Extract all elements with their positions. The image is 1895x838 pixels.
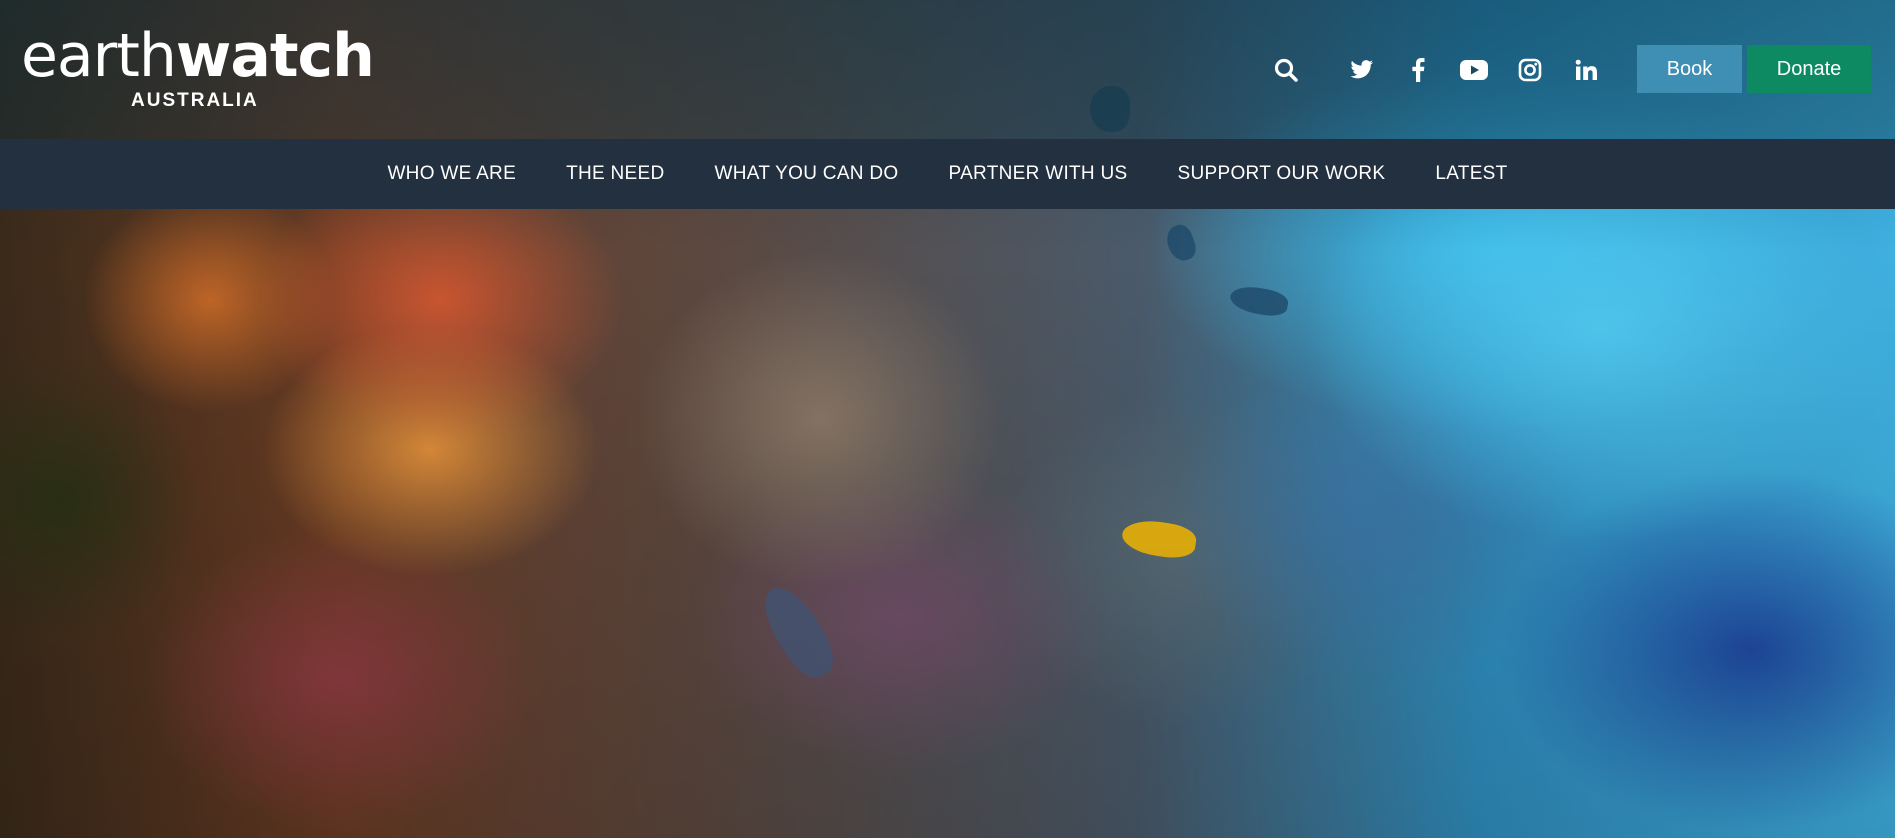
- striped-fish: [752, 577, 844, 687]
- earthwatch-logo[interactable]: earthwatch AUSTRALIA: [21, 26, 375, 111]
- nav-item-support-our-work[interactable]: SUPPORT OUR WORK: [1153, 139, 1411, 209]
- donate-button[interactable]: Donate: [1747, 45, 1871, 93]
- linkedin-icon[interactable]: [1568, 52, 1604, 88]
- yellow-fish: [1119, 517, 1199, 561]
- top-header: earthwatch AUSTRALIA Book Donate: [0, 0, 1895, 139]
- main-nav: WHO WE ARE THE NEED WHAT YOU CAN DO PART…: [0, 139, 1895, 209]
- nav-item-latest[interactable]: LATEST: [1410, 139, 1532, 209]
- logo-wordmark: earthwatch: [21, 26, 375, 86]
- nav-item-what-you-can-do[interactable]: WHAT YOU CAN DO: [690, 139, 924, 209]
- page: earthwatch AUSTRALIA Book Donate WHO WE …: [0, 0, 1895, 838]
- fish-silhouette: [1162, 221, 1200, 265]
- main-nav-list: WHO WE ARE THE NEED WHAT YOU CAN DO PART…: [362, 139, 1532, 209]
- logo-wordmark-bold: watch: [175, 21, 375, 91]
- twitter-icon[interactable]: [1344, 52, 1380, 88]
- facebook-icon[interactable]: [1400, 52, 1436, 88]
- book-button[interactable]: Book: [1637, 45, 1742, 93]
- instagram-icon[interactable]: [1512, 52, 1548, 88]
- fish-silhouette: [1228, 283, 1290, 319]
- nav-item-partner-with-us[interactable]: PARTNER WITH US: [924, 139, 1153, 209]
- nav-item-the-need[interactable]: THE NEED: [541, 139, 689, 209]
- search-icon[interactable]: [1268, 52, 1304, 88]
- nav-item-who-we-are[interactable]: WHO WE ARE: [362, 139, 541, 209]
- logo-subtitle: AUSTRALIA: [131, 90, 259, 111]
- logo-wordmark-light: earth: [21, 21, 177, 91]
- youtube-icon[interactable]: [1456, 52, 1492, 88]
